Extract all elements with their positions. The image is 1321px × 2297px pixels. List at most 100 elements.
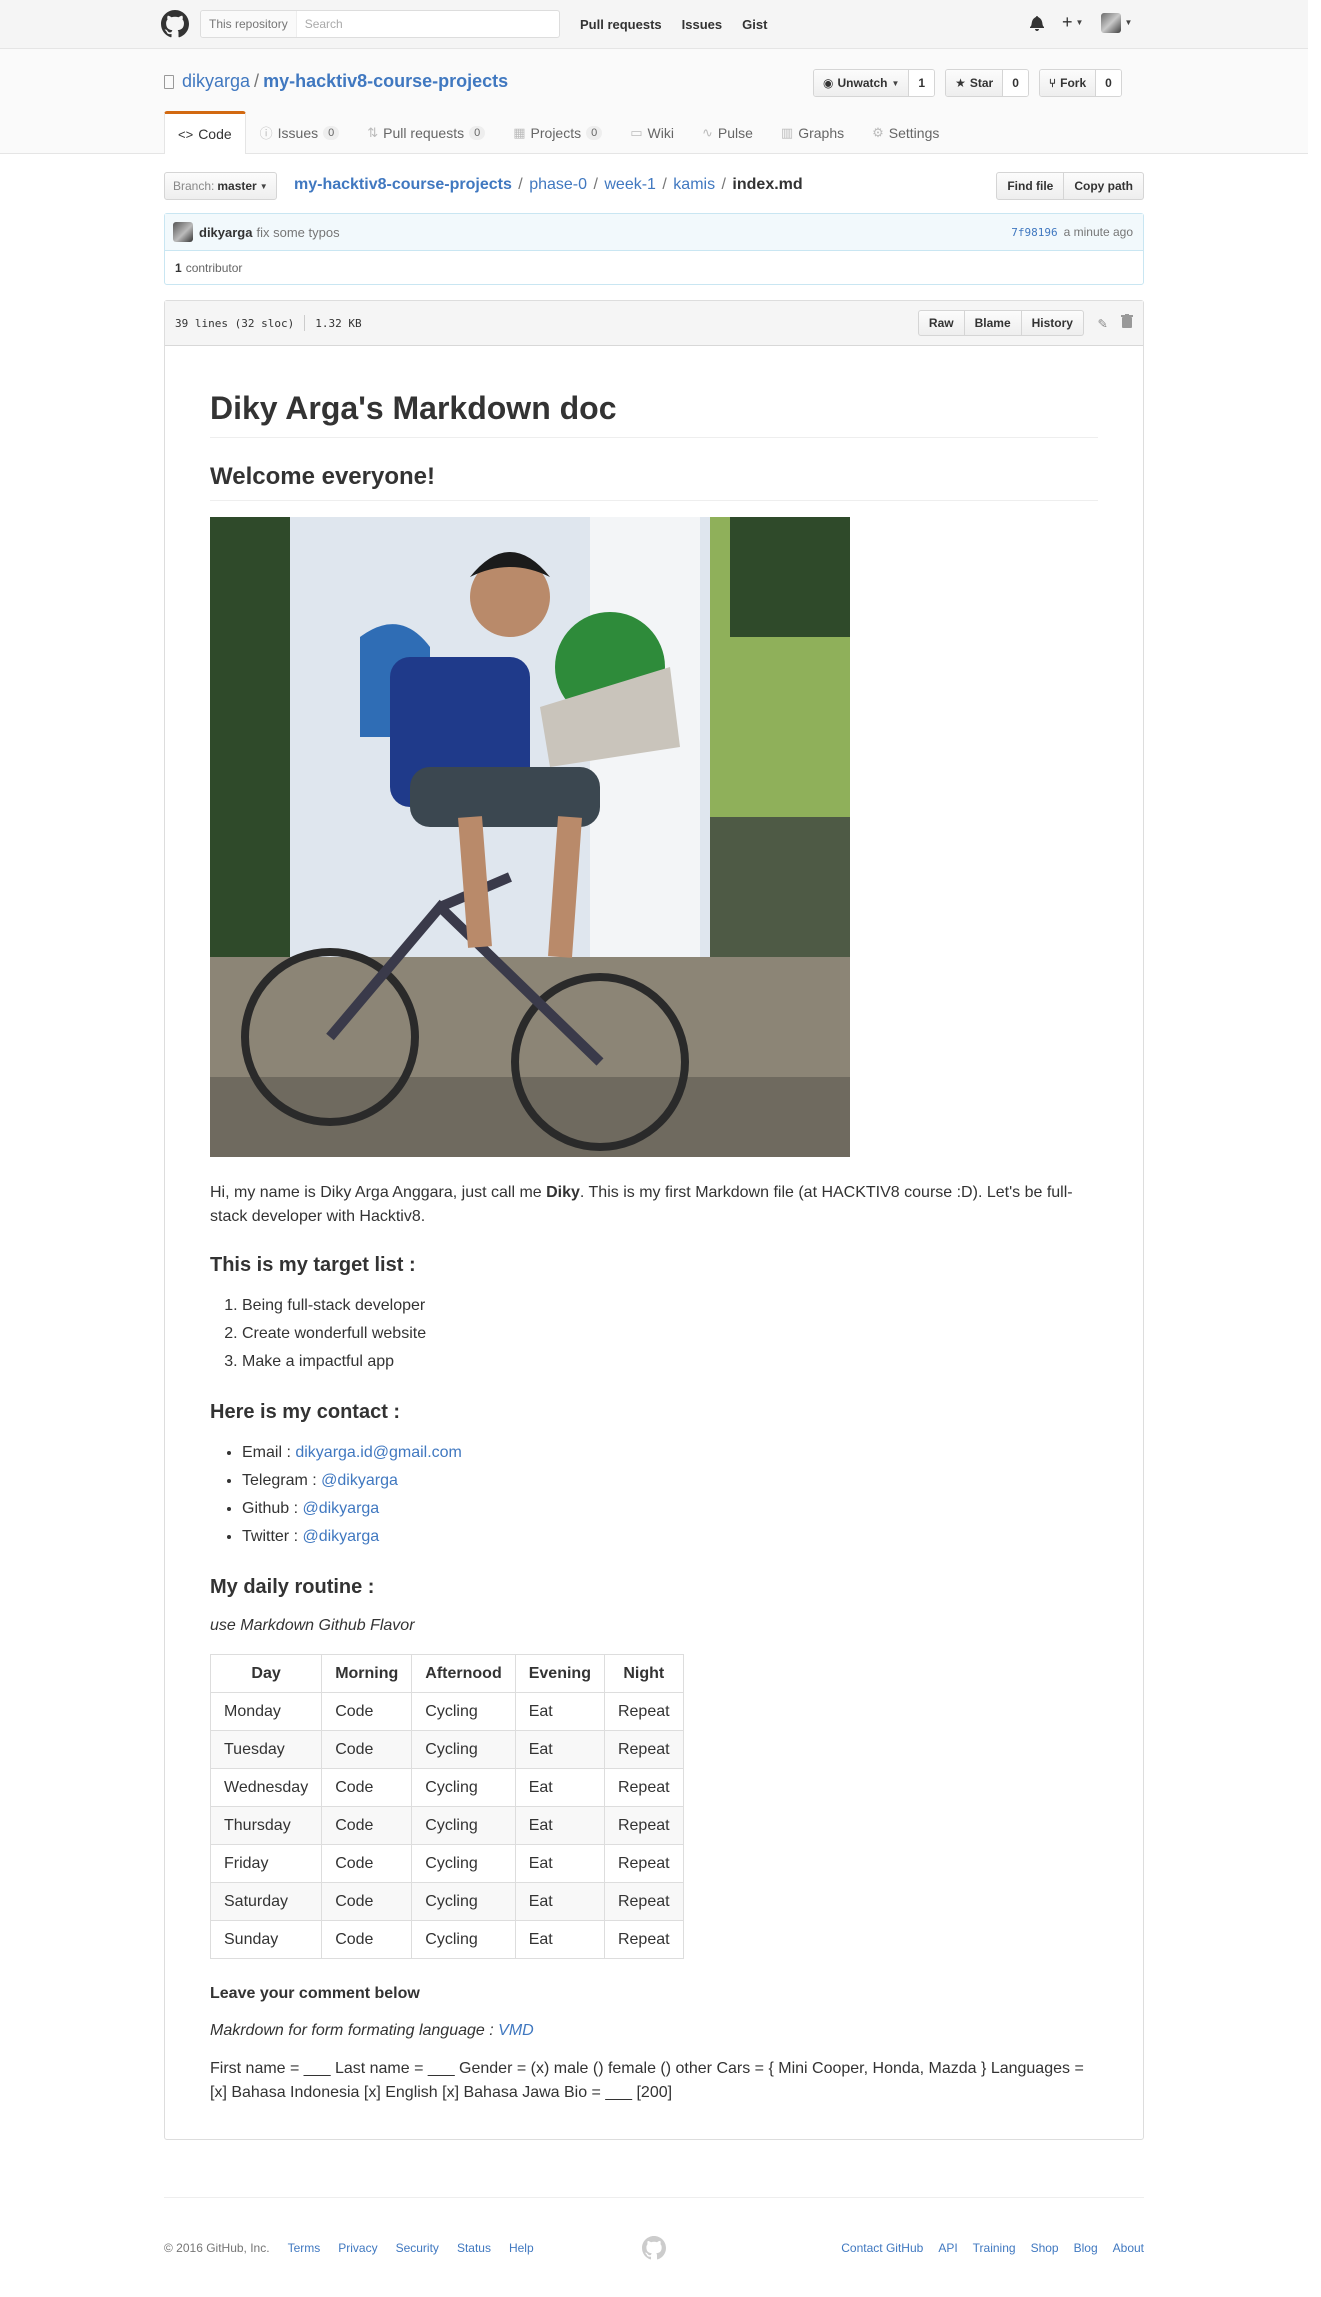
fork-icon: ⑂ [1048,76,1057,90]
table-cell: Eat [514,1844,605,1884]
star-label: Star [969,76,994,90]
nav-pull-requests[interactable]: Pull requests [580,17,662,32]
footer-link-about[interactable]: About [1113,2241,1144,2255]
repo-name-link[interactable]: my-hacktiv8-course-projects [263,71,508,92]
file-box: 39 lines (32 sloc) 1.32 KB Raw Blame His… [164,300,1144,2140]
tab-settings[interactable]: ⚙ Settings [858,111,953,153]
footer-link-blog[interactable]: Blog [1074,2241,1098,2255]
notifications-bell-icon[interactable] [1030,15,1044,31]
table-cell: Eat [514,1806,605,1846]
chevron-down-icon: ▼ [1124,18,1133,27]
tab-projects[interactable]: ▦ Projects 0 [499,111,616,153]
commit-message-link[interactable]: fix some typos [256,225,339,240]
routine-note-text: use Markdown Github Flavor [210,1617,415,1635]
breadcrumb-link-week[interactable]: week-1 [604,176,656,193]
tab-graphs[interactable]: ▥ Graphs [767,111,858,153]
path-separator: / [657,176,672,193]
breadcrumb-link-phase[interactable]: phase-0 [529,176,587,193]
breadcrumb-link-kamis[interactable]: kamis [673,176,715,193]
nav-gist[interactable]: Gist [742,17,767,32]
history-button[interactable]: History [1021,310,1084,336]
footer-link-security[interactable]: Security [396,2241,439,2255]
twitter-link[interactable]: @dikyarga [302,1528,379,1545]
footer-link-api[interactable]: API [938,2241,957,2255]
watch-button[interactable]: ◉ Unwatch ▼ [814,70,910,96]
tab-label: Pull requests [383,124,465,141]
tab-code[interactable]: <> Code [164,111,246,154]
tab-pull-requests[interactable]: ⇅ Pull requests 0 [353,111,499,153]
footer-link-terms[interactable]: Terms [288,2241,321,2255]
issue-icon: ⓘ [259,126,273,141]
fork-count[interactable]: 0 [1096,70,1121,96]
contributors-bar[interactable]: 1 contributor [165,251,1143,285]
photo-illustration [210,517,850,1158]
breadcrumb-root-link[interactable]: my-hacktiv8-course-projects [294,176,512,193]
table-header-cell: Day [209,1654,323,1694]
table-cell: Code [321,1920,413,1960]
file-view-buttons: Raw Blame History [917,310,1084,336]
repo-owner-link[interactable]: dikyarga [182,71,250,92]
tab-label: Code [198,126,232,142]
avatar[interactable] [173,222,193,242]
tab-label: Settings [888,124,940,141]
file-lines-info: 39 lines (32 sloc) [175,316,295,330]
table-cell: Monday [209,1692,323,1732]
watch-label: Unwatch [837,76,888,90]
telegram-link[interactable]: @dikyarga [321,1472,398,1489]
footer-link-help[interactable]: Help [509,2241,534,2255]
table-row: Friday Code Cycling Eat Repeat [209,1844,684,1884]
target-list: Being full-stack developer Create wonder… [210,1292,1098,1376]
github-mark-icon[interactable] [642,2236,666,2260]
commit-author-link[interactable]: dikyarga [199,225,252,240]
create-new-plus-icon[interactable]: + ▼ [1062,12,1083,33]
list-item: Create wonderfull website [242,1320,1098,1348]
footer-link-privacy[interactable]: Privacy [338,2241,377,2255]
footer-link-training[interactable]: Training [973,2241,1016,2255]
branch-select-button[interactable]: Branch: master ▼ [164,172,277,200]
user-menu[interactable]: ▼ [1101,12,1133,33]
github-logo-icon[interactable] [161,10,189,38]
tab-label: Issues [277,124,319,141]
github-link[interactable]: @dikyarga [302,1500,379,1517]
pencil-edit-icon[interactable]: ✎ [1098,314,1107,332]
vmd-link[interactable]: VMD [498,2022,534,2039]
email-link[interactable]: dikyarga.id@gmail.com [295,1444,462,1461]
file-size: 1.32 KB [315,316,362,330]
footer-link-status[interactable]: Status [457,2241,491,2255]
table-header-cell: Morning [321,1654,413,1694]
eye-icon: ◉ [823,76,834,90]
copy-path-button[interactable]: Copy path [1064,172,1144,200]
tab-issues[interactable]: ⓘ Issues 0 [246,111,354,153]
tab-wiki[interactable]: ▭ Wiki [616,111,688,153]
nav-issues[interactable]: Issues [682,17,722,32]
routine-note: use Markdown Github Flavor [210,1614,1098,1638]
pull-request-icon: ⇅ [367,124,379,140]
site-header: This repository Pull requests Issues Gis… [0,0,1308,49]
contact-label: Email : [242,1444,296,1462]
profile-photo[interactable] [210,517,850,1158]
star-count[interactable]: 0 [1003,70,1028,96]
search-scope-label: This repository [201,11,297,37]
breadcrumb: my-hacktiv8-course-projects / phase-0 / … [294,176,803,194]
star-button[interactable]: ★ Star [946,70,1004,96]
search-input[interactable] [296,17,553,31]
fork-label: Fork [1060,76,1087,90]
list-item: Github : @dikyarga [242,1495,1098,1523]
intro-name-bold: Diky [546,1184,580,1202]
raw-button[interactable]: Raw [917,310,965,336]
blame-button[interactable]: Blame [964,310,1022,336]
table-cell: Repeat [603,1730,684,1770]
fork-button-group: ⑂ Fork 0 [1038,69,1122,97]
commit-sha-link[interactable]: 7f98196 [1011,226,1057,239]
fork-button[interactable]: ⑂ Fork [1039,70,1097,96]
find-file-button[interactable]: Find file [996,172,1065,200]
header-actions: + ▼ ▼ [1030,12,1132,33]
footer-link-contact[interactable]: Contact GitHub [841,2241,923,2255]
watch-count[interactable]: 1 [909,70,935,96]
trash-delete-icon[interactable] [1121,313,1133,333]
table-cell: Eat [514,1920,605,1960]
book-icon: ▭ [630,124,643,140]
tab-pulse[interactable]: ∿ Pulse [688,111,767,153]
path-separator: / [254,71,260,91]
footer-link-shop[interactable]: Shop [1031,2241,1059,2255]
